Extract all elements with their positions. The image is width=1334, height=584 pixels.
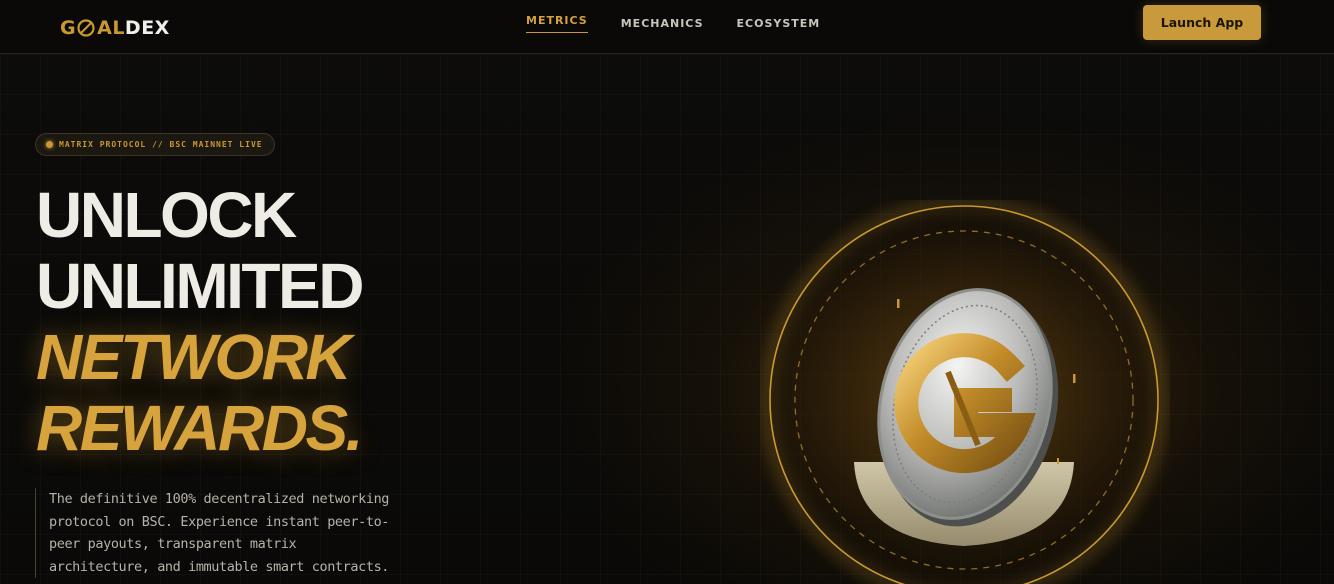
- nav-metrics[interactable]: METRICS: [526, 14, 588, 33]
- headline-line-3: NETWORK: [36, 321, 352, 393]
- top-header: G AL DEX METRICS MECHANICS ECOSYSTEM Lau…: [0, 0, 1334, 54]
- soccer-ball-icon: [77, 19, 95, 37]
- hero-headline: UNLOCK UNLIMITED NETWORK REWARDS.: [36, 179, 364, 464]
- live-dot-icon: [46, 141, 53, 148]
- main-nav: METRICS MECHANICS ECOSYSTEM: [526, 14, 820, 36]
- logo-letter-g: G: [60, 17, 77, 39]
- logo-goal: G AL: [60, 17, 125, 39]
- logo-letters-al: AL: [97, 17, 125, 39]
- headline-line-4: REWARDS.: [36, 392, 363, 464]
- gold-g-coin-icon: [763, 200, 1165, 584]
- hero-description-block: The definitive 100% decentralized networ…: [35, 488, 395, 578]
- launch-app-button[interactable]: Launch App: [1143, 5, 1261, 40]
- status-badge: MATRIX PROTOCOL // BSC MAINNET LIVE: [35, 133, 275, 156]
- nav-mechanics[interactable]: MECHANICS: [621, 17, 704, 36]
- headline-line-2: UNLIMITED: [36, 250, 364, 322]
- logo-dex: DEX: [124, 17, 170, 39]
- hero-description: The definitive 100% decentralized networ…: [49, 491, 390, 575]
- status-badge-text: MATRIX PROTOCOL // BSC MAINNET LIVE: [59, 140, 263, 149]
- brand-logo[interactable]: G AL DEX: [60, 16, 170, 40]
- headline-line-1: UNLOCK: [36, 179, 297, 251]
- nav-ecosystem[interactable]: ECOSYSTEM: [737, 17, 821, 36]
- landing-page: G AL DEX METRICS MECHANICS ECOSYSTEM Lau…: [0, 0, 1334, 584]
